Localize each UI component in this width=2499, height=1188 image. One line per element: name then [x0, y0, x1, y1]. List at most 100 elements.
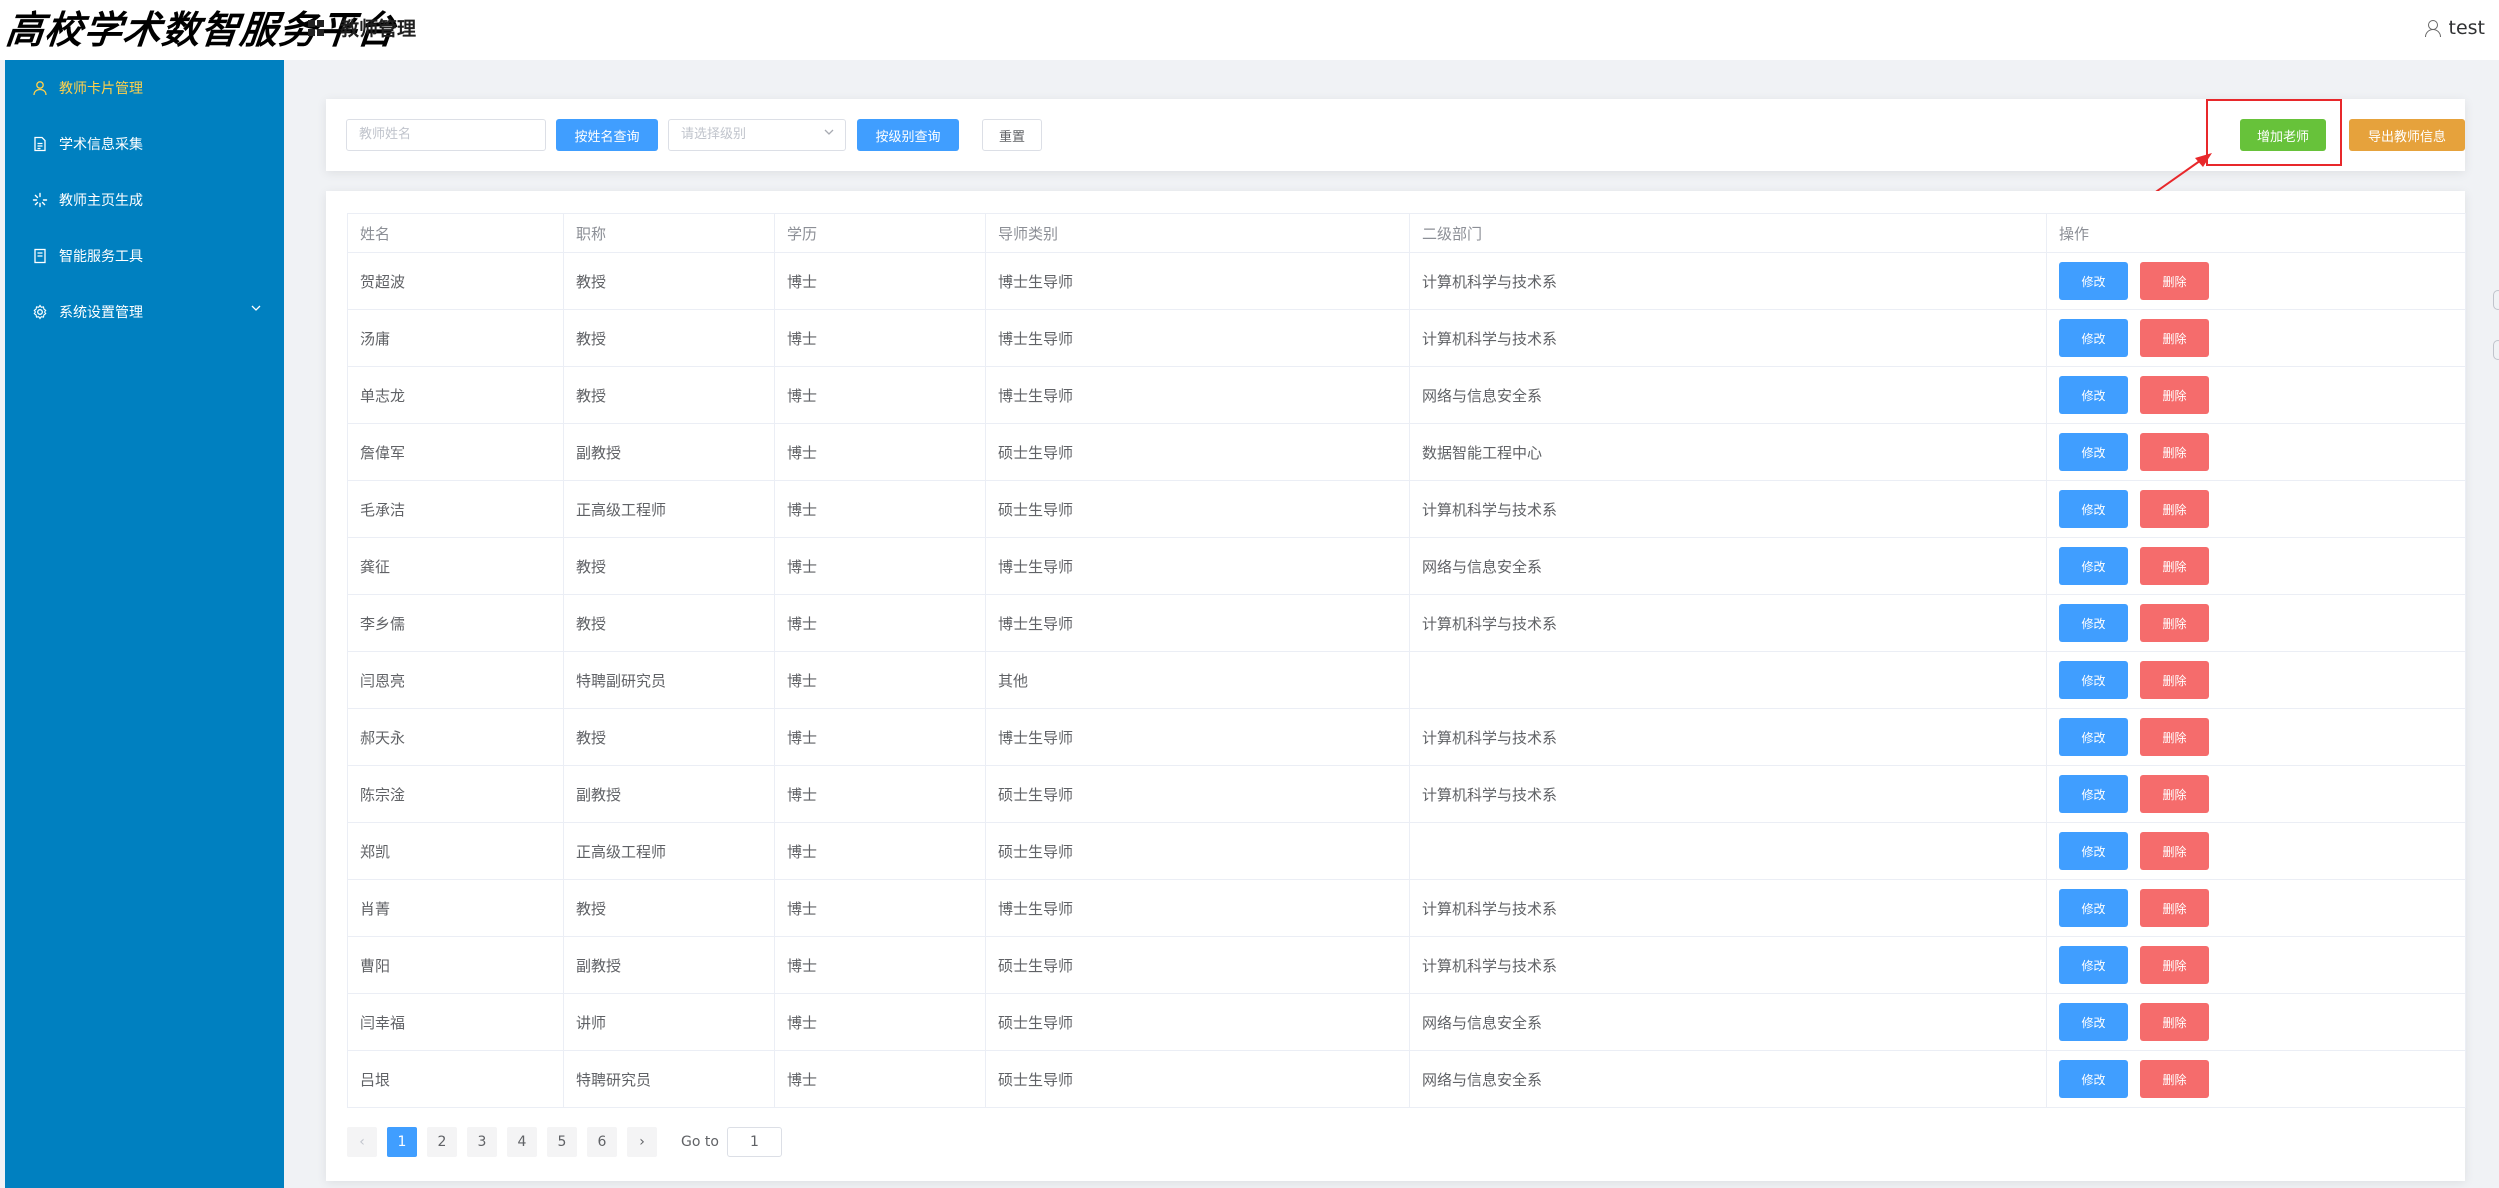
cell-degree: 博士	[774, 309, 986, 367]
cell-title: 副教授	[563, 765, 775, 823]
gear-icon	[31, 303, 49, 321]
delete-button[interactable]: 删除	[2140, 262, 2209, 300]
cell-name: 郑凯	[347, 822, 564, 880]
user-menu[interactable]: test	[2423, 14, 2486, 42]
cell-degree: 博士	[774, 537, 986, 595]
sidebar-item-teacher-cards[interactable]: 教师卡片管理	[5, 60, 284, 116]
page-button-1[interactable]: 1	[387, 1127, 417, 1157]
cell-name: 肖菁	[347, 879, 564, 937]
edit-button[interactable]: 修改	[2059, 889, 2128, 927]
sidebar-item-academic-info[interactable]: 学术信息采集	[5, 116, 284, 172]
edit-button[interactable]: 修改	[2059, 1003, 2128, 1041]
delete-button[interactable]: 删除	[2140, 547, 2209, 585]
table-row: 郝天永 教授 博士 博士生导师 计算机科学与技术系 修改 删除	[347, 708, 2466, 766]
sidebar-item-smart-tools[interactable]: 智能服务工具	[5, 228, 284, 284]
cell-actions: 修改 删除	[2046, 537, 2466, 595]
app-root: 高校学术数智服务平台 教师管理 test 教师卡片管理 学术信息采集 教师主页生…	[0, 0, 2499, 1188]
edit-button[interactable]: 修改	[2059, 775, 2128, 813]
delete-button[interactable]: 删除	[2140, 889, 2209, 927]
prev-page-button[interactable]: ‹	[347, 1127, 377, 1157]
page-button-3[interactable]: 3	[467, 1127, 497, 1157]
cell-advisor-type: 博士生导师	[985, 252, 1410, 310]
delete-button[interactable]: 删除	[2140, 775, 2209, 813]
cell-degree: 博士	[774, 423, 986, 481]
cell-advisor-type: 博士生导师	[985, 537, 1410, 595]
delete-button[interactable]: 删除	[2140, 376, 2209, 414]
cell-title: 正高级工程师	[563, 822, 775, 880]
cell-actions: 修改 删除	[2046, 423, 2466, 481]
table-row: 曹阳 副教授 博士 硕士生导师 计算机科学与技术系 修改 删除	[347, 936, 2466, 994]
cell-name: 毛承洁	[347, 480, 564, 538]
table-row: 吕垠 特聘研究员 博士 硕士生导师 网络与信息安全系 修改 删除	[347, 1050, 2466, 1108]
edit-button[interactable]: 修改	[2059, 1060, 2128, 1098]
user-icon	[31, 79, 49, 97]
delete-button[interactable]: 删除	[2140, 1060, 2209, 1098]
table-row: 汤庸 教授 博士 博士生导师 计算机科学与技术系 修改 删除	[347, 309, 2466, 367]
delete-button[interactable]: 删除	[2140, 946, 2209, 984]
cell-name: 龚征	[347, 537, 564, 595]
delete-button[interactable]: 删除	[2140, 661, 2209, 699]
cell-actions: 修改 删除	[2046, 309, 2466, 367]
edit-button[interactable]: 修改	[2059, 604, 2128, 642]
edit-button[interactable]: 修改	[2059, 376, 2128, 414]
search-by-level-button[interactable]: 按级别查询	[857, 119, 959, 151]
menu-grid-icon[interactable]	[308, 20, 324, 36]
cell-title: 教授	[563, 252, 775, 310]
edit-button[interactable]: 修改	[2059, 946, 2128, 984]
cell-department: 网络与信息安全系	[1409, 537, 2047, 595]
teacher-name-input[interactable]: 教师姓名	[346, 119, 546, 151]
delete-button[interactable]: 删除	[2140, 832, 2209, 870]
next-page-button[interactable]: ›	[627, 1127, 657, 1157]
column-header-name: 姓名	[347, 213, 564, 253]
edit-button[interactable]: 修改	[2059, 547, 2128, 585]
cell-department: 计算机科学与技术系	[1409, 765, 2047, 823]
edit-button[interactable]: 修改	[2059, 262, 2128, 300]
cell-advisor-type: 硕士生导师	[985, 993, 1410, 1051]
search-by-name-button[interactable]: 按姓名查询	[556, 119, 658, 151]
level-select[interactable]: 请选择级别	[668, 119, 846, 151]
cell-advisor-type: 硕士生导师	[985, 936, 1410, 994]
delete-button[interactable]: 删除	[2140, 490, 2209, 528]
edit-button[interactable]: 修改	[2059, 490, 2128, 528]
edit-button[interactable]: 修改	[2059, 718, 2128, 756]
table-row: 闫恩亮 特聘副研究员 博士 其他 修改 删除	[347, 651, 2466, 709]
cell-actions: 修改 删除	[2046, 993, 2466, 1051]
cell-title: 教授	[563, 309, 775, 367]
delete-button[interactable]: 删除	[2140, 1003, 2209, 1041]
cell-degree: 博士	[774, 708, 986, 766]
sidebar-item-label: 系统设置管理	[59, 305, 143, 321]
delete-button[interactable]: 删除	[2140, 718, 2209, 756]
export-teacher-info-button[interactable]: 导出教师信息	[2349, 119, 2465, 151]
cell-department: 计算机科学与技术系	[1409, 594, 2047, 652]
page-button-4[interactable]: 4	[507, 1127, 537, 1157]
notebook-icon	[31, 247, 49, 265]
cell-degree: 博士	[774, 594, 986, 652]
table-row: 闫幸福 讲师 博士 硕士生导师 网络与信息安全系 修改 删除	[347, 993, 2466, 1051]
cell-name: 汤庸	[347, 309, 564, 367]
goto-page-input[interactable]: 1	[726, 1127, 782, 1157]
edit-button[interactable]: 修改	[2059, 319, 2128, 357]
page-button-2[interactable]: 2	[427, 1127, 457, 1157]
delete-button[interactable]: 删除	[2140, 433, 2209, 471]
cell-department: 计算机科学与技术系	[1409, 309, 2047, 367]
cell-department: 数据智能工程中心	[1409, 423, 2047, 481]
column-header-degree: 学历	[774, 213, 986, 253]
table-body: 贺超波 教授 博士 博士生导师 计算机科学与技术系 修改 删除 汤庸 教授 博士 博士生导师 计算机科…	[347, 252, 2466, 1108]
reset-button[interactable]: 重置	[982, 119, 1042, 151]
edit-button[interactable]: 修改	[2059, 433, 2128, 471]
user-icon	[2423, 19, 2441, 37]
cell-department: 计算机科学与技术系	[1409, 879, 2047, 937]
delete-button[interactable]: 删除	[2140, 319, 2209, 357]
edit-button[interactable]: 修改	[2059, 832, 2128, 870]
cell-advisor-type: 其他	[985, 651, 1410, 709]
user-name: test	[2448, 17, 2486, 39]
delete-button[interactable]: 删除	[2140, 604, 2209, 642]
cell-actions: 修改 删除	[2046, 366, 2466, 424]
page-button-6[interactable]: 6	[587, 1127, 617, 1157]
table-row: 肖菁 教授 博士 博士生导师 计算机科学与技术系 修改 删除	[347, 879, 2466, 937]
cell-name: 单志龙	[347, 366, 564, 424]
sidebar-item-homepage-gen[interactable]: 教师主页生成	[5, 172, 284, 228]
edit-button[interactable]: 修改	[2059, 661, 2128, 699]
page-button-5[interactable]: 5	[547, 1127, 577, 1157]
sidebar-item-system-settings[interactable]: 系统设置管理	[5, 284, 284, 340]
